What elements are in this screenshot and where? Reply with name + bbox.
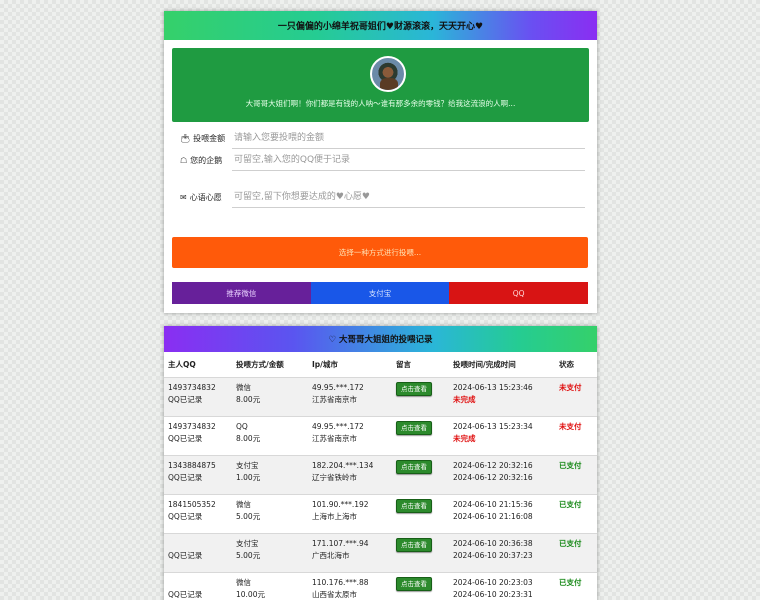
view-message-button[interactable]: 点击查看 <box>396 420 432 435</box>
status-badge: 未支付 <box>559 382 582 392</box>
col-header-method: 投喂方式/金额 <box>232 352 308 378</box>
view-message-button[interactable]: 点击查看 <box>396 537 432 552</box>
row-method: QQ <box>236 421 248 431</box>
select-method-button[interactable]: 选择一种方式进行投喂... <box>172 237 588 268</box>
amount-input[interactable] <box>232 127 585 149</box>
donation-card: 一只偏偏的小绵羊祝哥姐们♥财源滚滚，天天开心♥ 大哥哥大姐们啊！你们都是有钱的人… <box>164 11 597 313</box>
qq-row: ☖ 您的企鹅 <box>180 148 585 172</box>
row-done: 2024-06-10 20:37:23 <box>453 550 533 560</box>
row-ip: 110.176.***.88 <box>312 577 369 587</box>
view-message-button[interactable]: 点击查看 <box>396 498 432 513</box>
row-done: 2024-06-12 20:32:16 <box>453 472 533 482</box>
row-done: 2024-06-10 20:23:31 <box>453 589 533 599</box>
row-time: 2024-06-13 15:23:34 <box>453 421 533 431</box>
row-ip: 49.95.***.172 <box>312 421 364 431</box>
records-card: ♡ 大哥哥大姐姐的投喂记录 主人QQ 投喂方式/金额 Ip/城市 留言 投喂时间… <box>164 326 597 600</box>
row-method: 支付宝 <box>236 538 259 548</box>
qq-pay-button[interactable]: QQ <box>449 282 589 304</box>
wechat-pay-button[interactable]: 推荐微信 <box>172 282 311 304</box>
status-badge: 已支付 <box>559 499 582 509</box>
status-badge: 已支付 <box>559 538 582 548</box>
row-done: 未完成 <box>453 394 476 404</box>
row-qq <box>168 577 232 589</box>
wallet-icon: 👛︎ <box>180 133 191 143</box>
row-amount: 5.00元 <box>236 550 261 560</box>
wish-input[interactable] <box>232 186 585 208</box>
envelope-icon: ✉ <box>180 192 187 202</box>
row-time: 2024-06-13 15:23:46 <box>453 382 533 392</box>
qq-input[interactable] <box>232 149 585 171</box>
col-header-message: 留言 <box>392 352 449 378</box>
view-message-button[interactable]: 点击查看 <box>396 459 432 474</box>
row-method: 微信 <box>236 499 251 509</box>
row-time: 2024-06-10 20:36:38 <box>453 538 533 548</box>
row-method: 微信 <box>236 577 251 587</box>
row-city: 山西省太原市 <box>312 589 357 599</box>
table-row: 1343884875 QQ已记录 支付宝 1.00元 182.204.***.134… <box>164 455 597 495</box>
row-city: 江苏省南京市 <box>312 433 357 443</box>
row-qq-note: QQ已记录 <box>168 550 203 560</box>
row-qq-note: QQ已记录 <box>168 472 203 482</box>
alipay-button[interactable]: 支付宝 <box>310 282 450 304</box>
row-qq-note: QQ已记录 <box>168 589 203 599</box>
row-amount: 1.00元 <box>236 472 261 482</box>
row-ip: 182.204.***.134 <box>312 460 374 470</box>
row-done: 2024-06-10 21:16:08 <box>453 511 533 521</box>
row-method: 支付宝 <box>236 460 259 470</box>
row-qq-note: QQ已记录 <box>168 433 203 443</box>
col-header-ip: Ip/城市 <box>308 352 392 378</box>
wish-row: ✉ 心语心愿 <box>180 185 585 209</box>
records-table: 主人QQ 投喂方式/金额 Ip/城市 留言 投喂时间/完成时间 状态 14937… <box>164 352 597 600</box>
table-row: QQ已记录 支付宝 5.00元 171.107.***.94 广西北海市 点击查看 … <box>164 533 597 573</box>
row-city: 江苏省南京市 <box>312 394 357 404</box>
amount-row: 👛︎ 投喂金额 <box>180 126 585 150</box>
hero-message: 大哥哥大姐们啊！你们都是有钱的人呐～谁有那多余的零钱？给我这流浪的人啊... <box>245 99 516 108</box>
view-message-button[interactable]: 点击查看 <box>396 381 432 396</box>
row-qq: 1841505352 <box>168 499 216 509</box>
avatar <box>370 56 406 92</box>
row-city: 上海市上海市 <box>312 511 357 521</box>
status-badge: 未支付 <box>559 421 582 431</box>
table-header-row: 主人QQ 投喂方式/金额 Ip/城市 留言 投喂时间/完成时间 状态 <box>164 352 597 378</box>
row-qq: 1493734832 <box>168 421 216 431</box>
row-qq-note: QQ已记录 <box>168 394 203 404</box>
row-amount: 8.00元 <box>236 394 261 404</box>
status-badge: 已支付 <box>559 460 582 470</box>
status-badge: 已支付 <box>559 577 582 587</box>
row-amount: 10.00元 <box>236 589 265 599</box>
row-method: 微信 <box>236 382 251 392</box>
table-row: 1841505352 QQ已记录 微信 5.00元 101.90.***.192 上海… <box>164 494 597 534</box>
row-city: 广西北海市 <box>312 550 350 560</box>
row-time: 2024-06-10 21:15:36 <box>453 499 533 509</box>
row-qq: 1343884875 <box>168 460 216 470</box>
records-title: ♡ 大哥哥大姐姐的投喂记录 <box>164 326 597 352</box>
wish-label: 心语心愿 <box>189 192 222 202</box>
table-row: 1493734832 QQ已记录 QQ 8.00元 49.95.***.172 江苏省… <box>164 416 597 456</box>
view-message-button[interactable]: 点击查看 <box>396 576 432 591</box>
qq-label: 您的企鹅 <box>190 155 223 165</box>
row-qq-note: QQ已记录 <box>168 511 203 521</box>
amount-label: 投喂金额 <box>193 133 226 143</box>
row-done: 未完成 <box>453 433 476 443</box>
row-qq <box>168 538 232 550</box>
col-header-time: 投喂时间/完成时间 <box>449 352 555 378</box>
hero-banner: 大哥哥大姐们啊！你们都是有钱的人呐～谁有那多余的零钱？给我这流浪的人啊... <box>172 48 589 122</box>
payment-methods: 推荐微信 支付宝 QQ <box>172 282 589 304</box>
row-time: 2024-06-12 20:32:16 <box>453 460 533 470</box>
row-ip: 49.95.***.172 <box>312 382 364 392</box>
col-header-qq: 主人QQ <box>164 352 232 378</box>
table-row: 1493734832 QQ已记录 微信 8.00元 49.95.***.172 江苏省… <box>164 377 597 417</box>
row-ip: 171.107.***.94 <box>312 538 369 548</box>
row-ip: 101.90.***.192 <box>312 499 369 509</box>
penguin-icon: ☖ <box>180 155 188 165</box>
col-header-status: 状态 <box>555 352 597 378</box>
table-row: QQ已记录 微信 10.00元 110.176.***.88 山西省太原市 点击查看… <box>164 572 597 600</box>
row-time: 2024-06-10 20:23:03 <box>453 577 533 587</box>
row-city: 辽宁省铁岭市 <box>312 472 357 482</box>
row-qq: 1493734832 <box>168 382 216 392</box>
page-title: 一只偏偏的小绵羊祝哥姐们♥财源滚滚，天天开心♥ <box>164 11 597 40</box>
row-amount: 8.00元 <box>236 433 261 443</box>
row-amount: 5.00元 <box>236 511 261 521</box>
